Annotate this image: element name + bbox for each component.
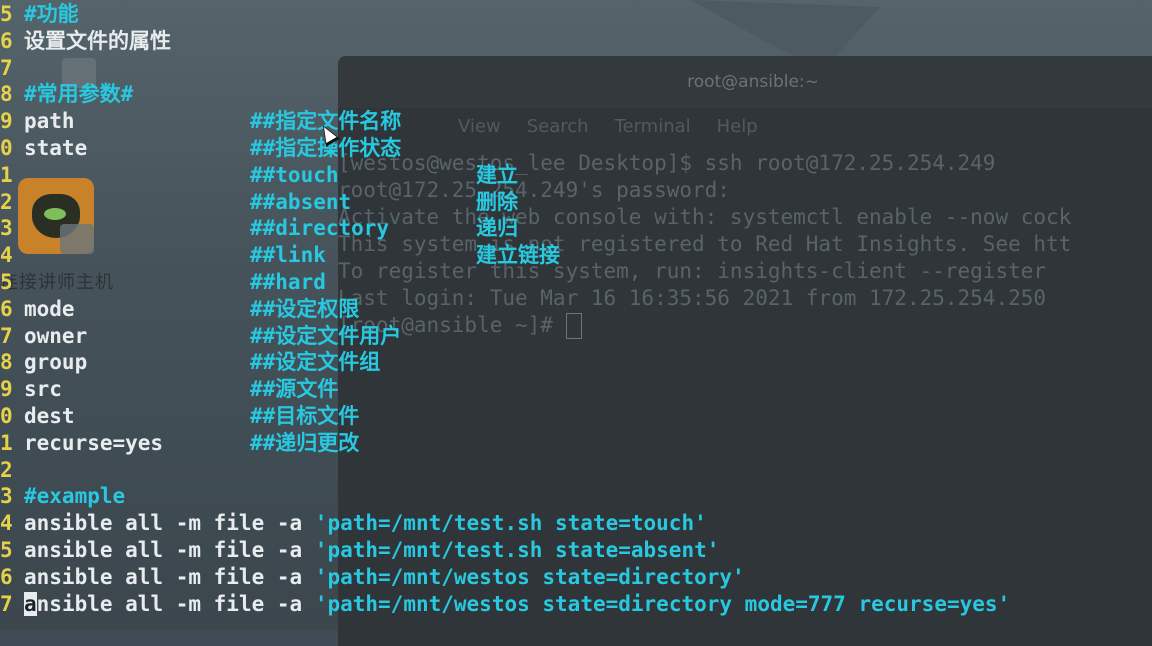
- editor-line[interactable]: 1 recurse=yes ##递归更改: [0, 430, 1152, 457]
- editor-comment: ##absent: [250, 189, 352, 214]
- editor-line[interactable]: 2: [0, 457, 1152, 484]
- line-number: 8: [0, 350, 13, 375]
- editor-comment-desc: 删除: [476, 189, 518, 214]
- line-number: 9: [0, 377, 13, 402]
- editor-text: path: [24, 109, 75, 134]
- editor-text: group: [24, 350, 88, 375]
- editor-comment: ##hard: [250, 270, 326, 294]
- editor-line[interactable]: 6 mode ##设定权限: [0, 296, 1152, 323]
- editor-command: ansible all -m file -a 'path=/mnt/westos…: [24, 591, 1010, 618]
- command-prefix: ansible all -m file -a: [24, 511, 315, 536]
- line-number: 5: [0, 2, 13, 26]
- line-number: 7: [0, 591, 13, 616]
- editor-command-line[interactable]: 7 ansible all -m file -a 'path=/mnt/westo…: [0, 591, 1152, 618]
- command-prefix: ansible all -m file -a: [24, 564, 315, 589]
- editor-comment: ##源文件: [250, 377, 339, 402]
- editor-line[interactable]: 1 ##touch 建立: [0, 162, 1152, 189]
- editor-text: recurse=yes: [24, 430, 164, 455]
- editor-line[interactable]: 8 #常用参数#: [0, 81, 1152, 108]
- line-number: 1: [0, 162, 13, 187]
- editor-comment: ##设定文件组: [250, 350, 381, 375]
- editor-line[interactable]: 7 owner ##设定文件用户: [0, 323, 1152, 350]
- editor-comment: ##设定权限: [250, 296, 360, 321]
- command-argument: 'path=/mnt/test.sh state=absent': [314, 538, 720, 562]
- editor-line[interactable]: 4 ##link 建立链接: [0, 242, 1152, 269]
- editor-text: dest: [24, 404, 75, 428]
- line-number: 5: [0, 538, 13, 562]
- editor-command-line[interactable]: 5 ansible all -m file -a 'path=/mnt/test.…: [0, 537, 1152, 564]
- editor-line[interactable]: 3 #example: [0, 483, 1152, 510]
- line-number: 2: [0, 189, 13, 214]
- editor-line[interactable]: 8 group ##设定文件组: [0, 349, 1152, 376]
- line-number: 2: [0, 457, 13, 482]
- editor-line[interactable]: 0 state ##指定操作状态: [0, 135, 1152, 162]
- editor-comment: #常用参数#: [24, 82, 134, 107]
- line-number: 8: [0, 82, 13, 107]
- editor-command-line[interactable]: 6 ansible all -m file -a 'path=/mnt/westo…: [0, 564, 1152, 591]
- editor-command-line[interactable]: 4 ansible all -m file -a 'path=/mnt/test.…: [0, 510, 1152, 537]
- line-number: 0: [0, 136, 13, 160]
- line-number: 7: [0, 323, 13, 348]
- editor-line[interactable]: 2 ##absent 删除: [0, 189, 1152, 216]
- editor-text: 设置文件的属性: [24, 28, 171, 53]
- vim-editor[interactable]: 5 #功能 6 设置文件的属性 7 8 #常用参数# 9 path ##指定文件名称 0 state #…: [0, 0, 1152, 630]
- editor-comment: ##目标文件: [250, 404, 360, 428]
- editor-comment-desc: 建立链接: [476, 243, 560, 268]
- editor-line[interactable]: 5 #功能: [0, 1, 1152, 28]
- editor-command: ansible all -m file -a 'path=/mnt/test.s…: [24, 537, 719, 564]
- editor-command: ansible all -m file -a 'path=/mnt/test.s…: [24, 510, 707, 537]
- editor-cursor: a: [24, 591, 37, 616]
- editor-comment: ##设定文件用户: [250, 323, 402, 348]
- editor-comment: #功能: [24, 2, 79, 26]
- editor-line[interactable]: 9 path ##指定文件名称: [0, 108, 1152, 135]
- editor-comment: ##directory: [250, 216, 390, 241]
- editor-text: mode: [24, 296, 75, 321]
- line-number: 9: [0, 109, 13, 134]
- editor-comment-desc: 建立: [476, 162, 518, 187]
- command-prefix: nsible all -m file -a: [36, 591, 315, 616]
- editor-comment: ##递归更改: [250, 430, 360, 455]
- editor-line[interactable]: 9 src ##源文件: [0, 376, 1152, 403]
- editor-comment: #example: [24, 484, 126, 509]
- command-argument: 'path=/mnt/test.sh state=touch': [314, 511, 707, 536]
- line-number: 6: [0, 28, 13, 53]
- editor-command: ansible all -m file -a 'path=/mnt/westos…: [24, 564, 745, 591]
- editor-comment: ##touch: [250, 162, 339, 187]
- editor-text: owner: [24, 323, 88, 348]
- command-argument: 'path=/mnt/westos state=directory mode=7…: [314, 591, 1011, 616]
- line-number: 5: [0, 270, 13, 294]
- line-number: 1: [0, 430, 13, 455]
- line-number: 3: [0, 216, 13, 241]
- line-number: 6: [0, 564, 13, 589]
- editor-comment: ##link: [250, 243, 326, 268]
- line-number: 3: [0, 484, 13, 509]
- line-number: 4: [0, 511, 13, 536]
- editor-line[interactable]: 7: [0, 55, 1152, 82]
- editor-comment-desc: 递归: [476, 216, 518, 241]
- editor-line[interactable]: 6 设置文件的属性: [0, 28, 1152, 55]
- editor-line[interactable]: 3 ##directory 递归: [0, 215, 1152, 242]
- editor-text: state: [24, 136, 88, 160]
- editor-line[interactable]: 5 ##hard: [0, 269, 1152, 296]
- line-number: 6: [0, 296, 13, 321]
- editor-text: src: [24, 377, 62, 402]
- line-number: 7: [0, 55, 13, 80]
- line-number: 0: [0, 404, 13, 428]
- line-number: 4: [0, 243, 13, 268]
- command-prefix: ansible all -m file -a: [24, 538, 315, 562]
- command-argument: 'path=/mnt/westos state=directory': [314, 564, 745, 589]
- editor-line[interactable]: 0 dest ##目标文件: [0, 403, 1152, 430]
